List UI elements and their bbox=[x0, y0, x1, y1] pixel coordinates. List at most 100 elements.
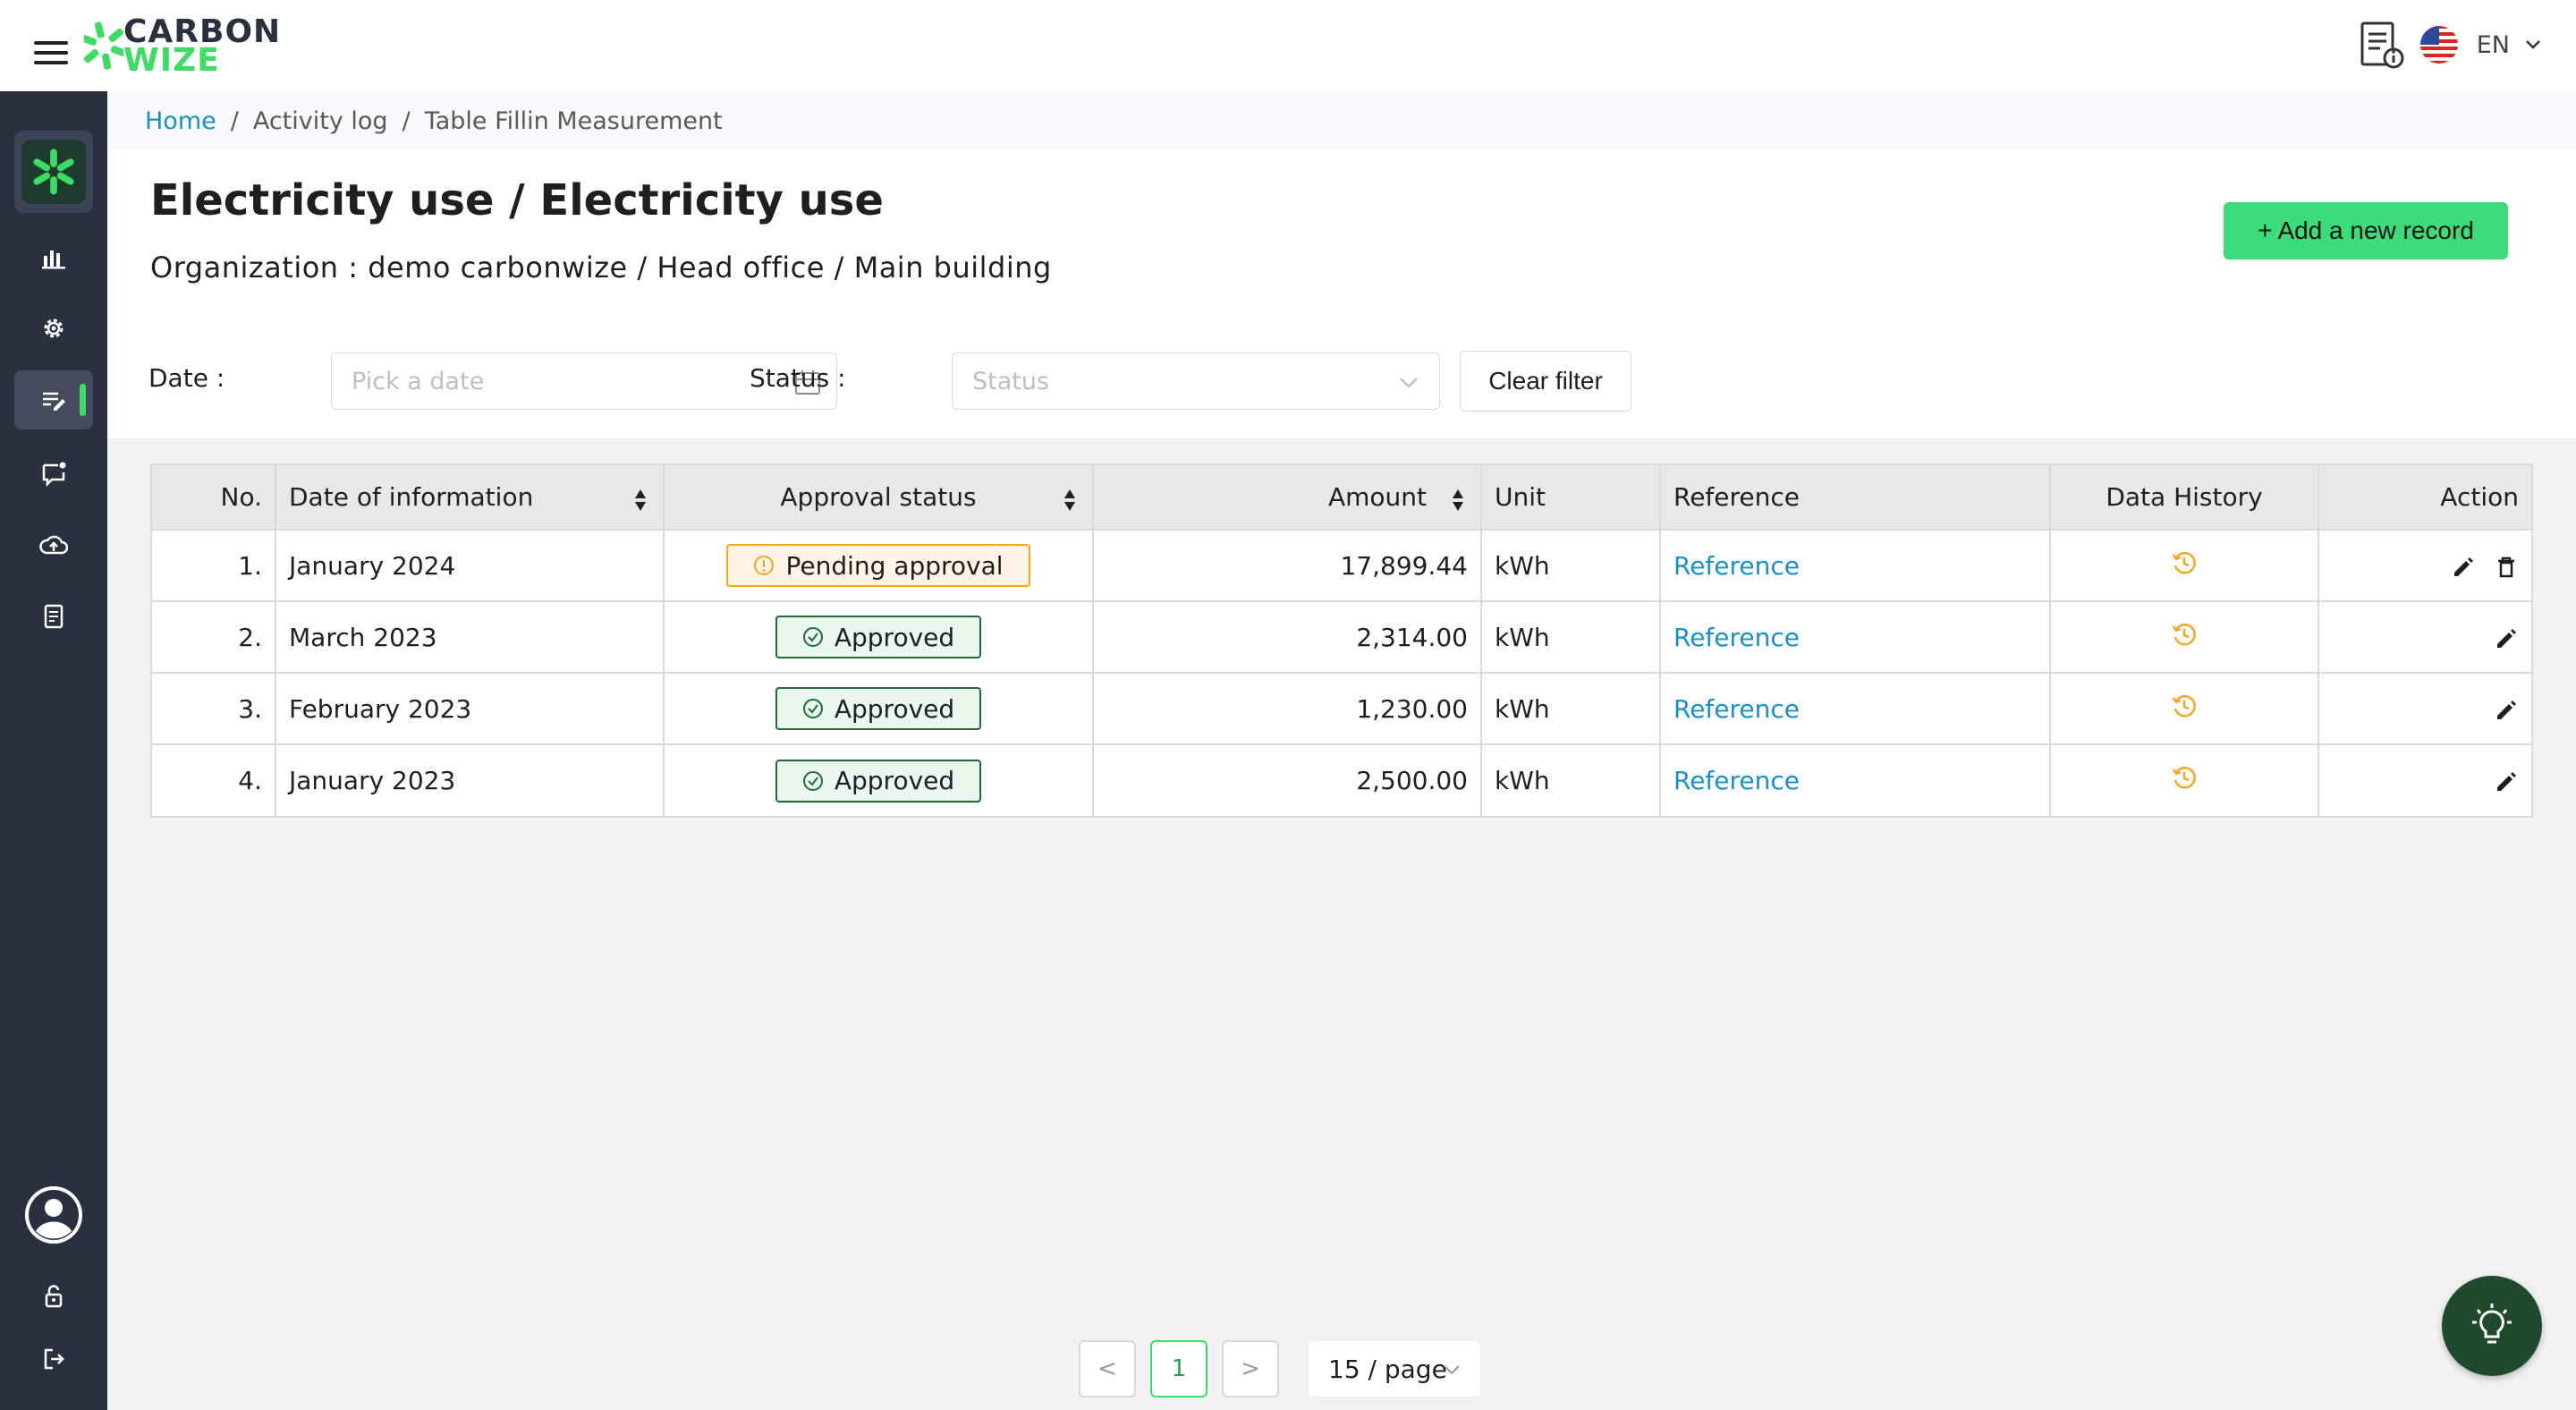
sidebar-logo[interactable] bbox=[14, 131, 93, 213]
column-header-amount[interactable]: Amount bbox=[1093, 465, 1482, 531]
exclamation-circle-icon bbox=[754, 556, 775, 575]
breadcrumb-home[interactable]: Home bbox=[145, 107, 216, 135]
logo-mark-icon bbox=[33, 149, 74, 195]
clear-filter-button[interactable]: Clear filter bbox=[1460, 351, 1631, 412]
avatar-icon[interactable] bbox=[25, 1186, 82, 1244]
breadcrumb: Home / Activity log / Table Fillin Measu… bbox=[107, 91, 2576, 150]
column-header-approval-label: Approval status bbox=[780, 482, 977, 512]
cell-approval-status: Approved bbox=[664, 601, 1094, 674]
reference-link[interactable]: Reference bbox=[1674, 694, 1800, 724]
prev-page-button[interactable]: < bbox=[1079, 1340, 1136, 1397]
history-icon[interactable] bbox=[2171, 692, 2198, 719]
sort-icon[interactable] bbox=[1063, 488, 1076, 512]
sidebar-item-documents[interactable] bbox=[14, 587, 93, 646]
date-placeholder: Pick a date bbox=[352, 367, 485, 395]
cell-data-history bbox=[2050, 530, 2319, 602]
status-label: Approved bbox=[834, 766, 955, 795]
sidebar-item-lock[interactable] bbox=[14, 1267, 93, 1326]
reference-link[interactable]: Reference bbox=[1674, 551, 1800, 581]
table-body: 1. January 2024 Pending approval 17,899.44 k… bbox=[152, 530, 2531, 816]
edit-icon[interactable] bbox=[2494, 769, 2519, 794]
menu-icon[interactable] bbox=[34, 41, 68, 64]
column-header-approval[interactable]: Approval status bbox=[664, 465, 1094, 531]
cell-date: January 2023 bbox=[275, 744, 665, 816]
chevron-down-icon bbox=[1400, 378, 1418, 388]
cell-no: 1. bbox=[152, 530, 276, 602]
cell-data-history bbox=[2050, 744, 2319, 816]
cloud-upload-icon bbox=[39, 535, 68, 555]
delete-icon[interactable] bbox=[2494, 555, 2519, 580]
history-icon[interactable] bbox=[2171, 764, 2198, 791]
status-badge-pending: Pending approval bbox=[726, 544, 1030, 587]
top-bar: CARBON WIZE EN bbox=[0, 0, 2576, 91]
logo-mark-icon bbox=[84, 21, 123, 70]
column-header-action: Action bbox=[2318, 465, 2531, 531]
cell-unit: kWh bbox=[1481, 673, 1661, 745]
table-row: 4. January 2023 Approved 2,500.00 kWh Referen… bbox=[152, 744, 2531, 816]
language-code[interactable]: EN bbox=[2477, 31, 2510, 59]
chevron-down-icon bbox=[1444, 1365, 1460, 1375]
edit-icon[interactable] bbox=[2494, 626, 2519, 651]
lock-icon bbox=[45, 1285, 63, 1308]
sort-icon[interactable] bbox=[1452, 488, 1464, 512]
column-header-no: No. bbox=[152, 465, 276, 531]
cell-no: 3. bbox=[152, 673, 276, 745]
status-badge-approved: Approved bbox=[775, 616, 982, 658]
pagination: < 1 > 15 / page bbox=[1079, 1340, 1481, 1397]
header-panel: Electricity use / Electricity use Organi… bbox=[107, 150, 2576, 438]
cell-no: 2. bbox=[152, 601, 276, 674]
cell-unit: kWh bbox=[1481, 530, 1661, 602]
cell-unit: kWh bbox=[1481, 744, 1661, 816]
sidebar-item-dashboard[interactable] bbox=[14, 227, 93, 286]
page-title: Electricity use / Electricity use bbox=[150, 175, 884, 225]
next-page-button[interactable]: > bbox=[1222, 1340, 1279, 1397]
cell-date: February 2023 bbox=[275, 673, 665, 745]
cell-amount: 2,314.00 bbox=[1093, 601, 1482, 674]
sidebar-logo-inner bbox=[21, 140, 86, 204]
cell-reference: Reference bbox=[1660, 744, 2051, 816]
sidebar-item-upload[interactable] bbox=[14, 515, 93, 574]
status-select[interactable]: Status bbox=[952, 352, 1440, 410]
history-icon[interactable] bbox=[2171, 549, 2198, 576]
add-record-button[interactable]: + Add a new record bbox=[2224, 202, 2508, 259]
table-header-row: No. Date of information Approval status … bbox=[152, 465, 2531, 531]
page-1-button[interactable]: 1 bbox=[1150, 1340, 1208, 1397]
cell-data-history bbox=[2050, 601, 2319, 674]
chevron-down-icon[interactable] bbox=[2524, 38, 2542, 51]
status-badge-approved: Approved bbox=[775, 759, 982, 803]
check-circle-icon bbox=[802, 699, 823, 718]
add-record-label: Add a new record bbox=[2277, 217, 2474, 244]
breadcrumb-separator: / bbox=[230, 106, 239, 135]
page-size-select[interactable]: 15 / page bbox=[1308, 1340, 1481, 1397]
plus-icon: + bbox=[2258, 217, 2273, 244]
cell-approval-status: Approved bbox=[664, 744, 1094, 816]
breadcrumb-current: Table Fillin Measurement bbox=[424, 106, 723, 135]
table-row: 2. March 2023 Approved 2,314.00 kWh Reference bbox=[152, 601, 2531, 674]
sort-icon[interactable] bbox=[634, 488, 647, 512]
breadcrumb-separator: / bbox=[402, 106, 411, 135]
breadcrumb-activity-log[interactable]: Activity log bbox=[253, 107, 388, 135]
records-table: No. Date of information Approval status … bbox=[150, 463, 2533, 818]
sidebar-item-logout[interactable] bbox=[14, 1329, 93, 1389]
sidebar-item-messages[interactable] bbox=[14, 444, 93, 503]
cell-action bbox=[2318, 744, 2531, 816]
logout-icon bbox=[44, 1348, 64, 1370]
sidebar-item-settings[interactable] bbox=[14, 299, 93, 358]
cell-amount: 1,230.00 bbox=[1093, 673, 1482, 745]
sidebar-item-activity-log[interactable] bbox=[14, 370, 93, 429]
cell-data-history bbox=[2050, 673, 2319, 745]
table-row: 3. February 2023 Approved 1,230.00 kWh Refere… bbox=[152, 673, 2531, 745]
reference-link[interactable]: Reference bbox=[1674, 623, 1800, 652]
cell-unit: kWh bbox=[1481, 601, 1661, 674]
cell-reference: Reference bbox=[1660, 673, 2051, 745]
edit-icon[interactable] bbox=[2494, 698, 2519, 723]
history-icon[interactable] bbox=[2171, 621, 2198, 648]
column-header-unit: Unit bbox=[1481, 465, 1661, 531]
column-header-date[interactable]: Date of information bbox=[275, 465, 665, 531]
cell-reference: Reference bbox=[1660, 530, 2051, 602]
tips-button[interactable] bbox=[2442, 1276, 2542, 1376]
us-flag-icon[interactable] bbox=[2419, 25, 2459, 64]
edit-icon[interactable] bbox=[2451, 555, 2476, 580]
reference-link[interactable]: Reference bbox=[1674, 766, 1800, 795]
report-info-icon[interactable] bbox=[2359, 20, 2405, 70]
